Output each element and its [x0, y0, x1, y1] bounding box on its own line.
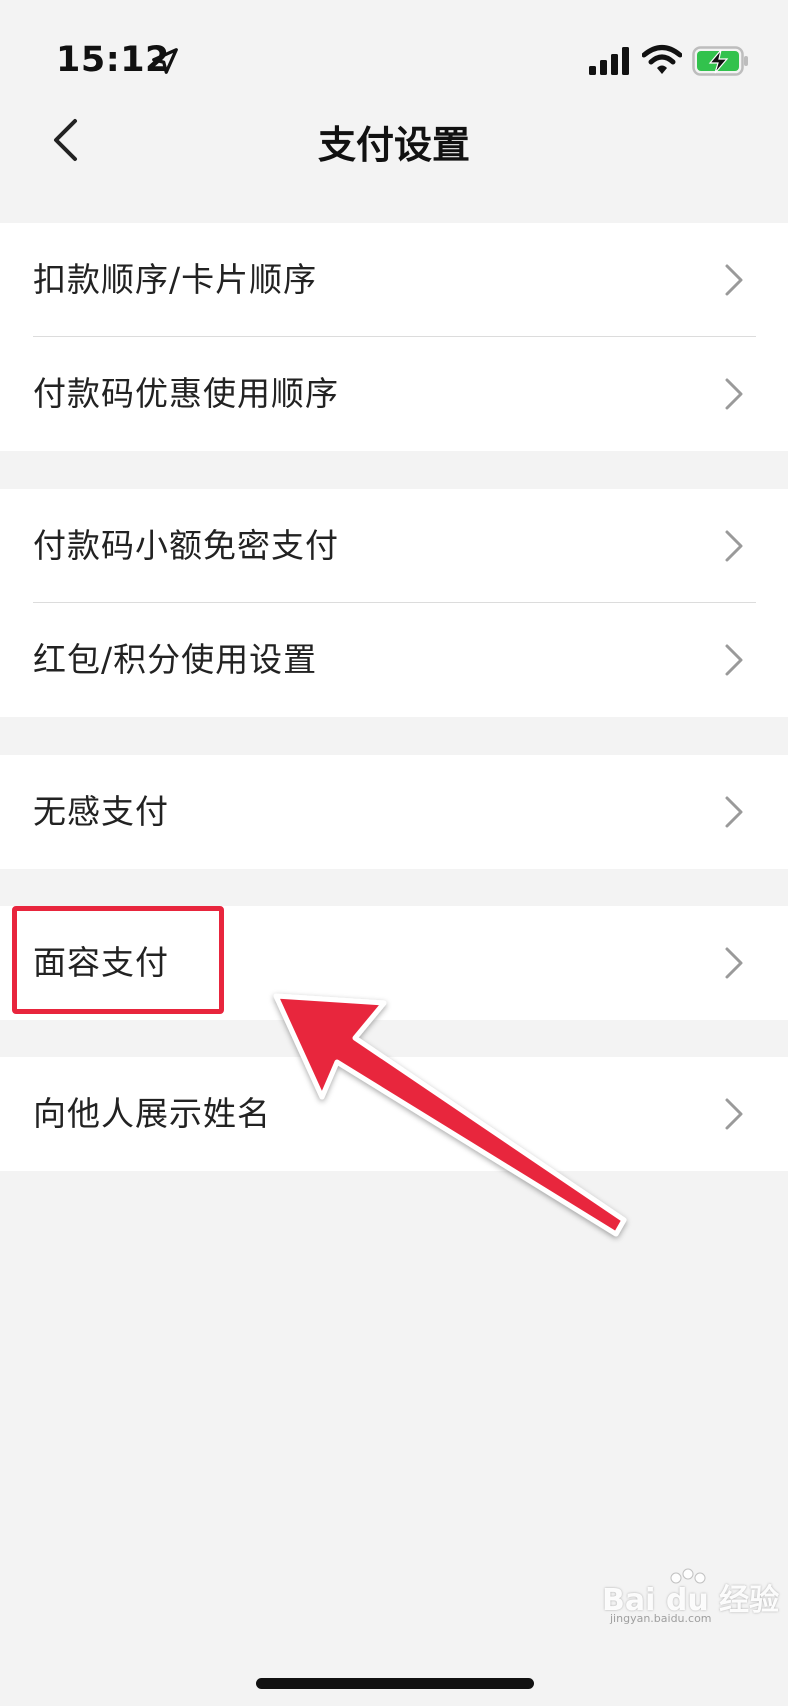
list-item-label: 无感支付 — [33, 792, 169, 831]
list-item-show-name[interactable]: 向他人展示姓名 — [0, 1057, 788, 1171]
list-item-deduction-order[interactable]: 扣款顺序/卡片顺序 — [0, 223, 788, 337]
list-item-discount-order[interactable]: 付款码优惠使用顺序 — [0, 337, 788, 451]
list-item-label: 付款码优惠使用顺序 — [33, 374, 339, 413]
settings-group-5: 向他人展示姓名 — [0, 1057, 788, 1171]
settings-group-3: 无感支付 — [0, 755, 788, 869]
chevron-right-icon — [725, 378, 743, 410]
chevron-right-icon — [725, 530, 743, 562]
chevron-right-icon — [725, 1098, 743, 1130]
battery-charging-icon — [692, 46, 748, 76]
settings-group-1: 扣款顺序/卡片顺序 付款码优惠使用顺序 — [0, 223, 788, 451]
page-title: 支付设置 — [317, 123, 470, 167]
wifi-icon — [642, 45, 682, 74]
chevron-right-icon — [725, 947, 743, 979]
list-item-label: 付款码小额免密支付 — [33, 526, 339, 565]
chevron-right-icon — [725, 644, 743, 676]
chevron-right-icon — [725, 796, 743, 828]
nav-bar: 支付设置 — [0, 100, 788, 182]
home-indicator[interactable] — [256, 1678, 534, 1689]
settings-group-2: 付款码小额免密支付 红包/积分使用设置 — [0, 489, 788, 717]
chevron-right-icon — [725, 264, 743, 296]
list-item-label: 向他人展示姓名 — [33, 1094, 271, 1133]
location-arrow-icon — [152, 48, 178, 74]
list-item-label: 扣款顺序/卡片顺序 — [33, 260, 318, 299]
list-item-label: 红包/积分使用设置 — [33, 640, 318, 679]
list-item-redpacket-points[interactable]: 红包/积分使用设置 — [0, 603, 788, 717]
list-item-small-amount-payment[interactable]: 付款码小额免密支付 — [0, 489, 788, 603]
list-item-seamless-payment[interactable]: 无感支付 — [0, 755, 788, 869]
watermark-url: jingyan.baidu.com — [610, 1612, 712, 1625]
highlight-box — [12, 906, 224, 1014]
cellular-signal-icon — [589, 47, 629, 75]
